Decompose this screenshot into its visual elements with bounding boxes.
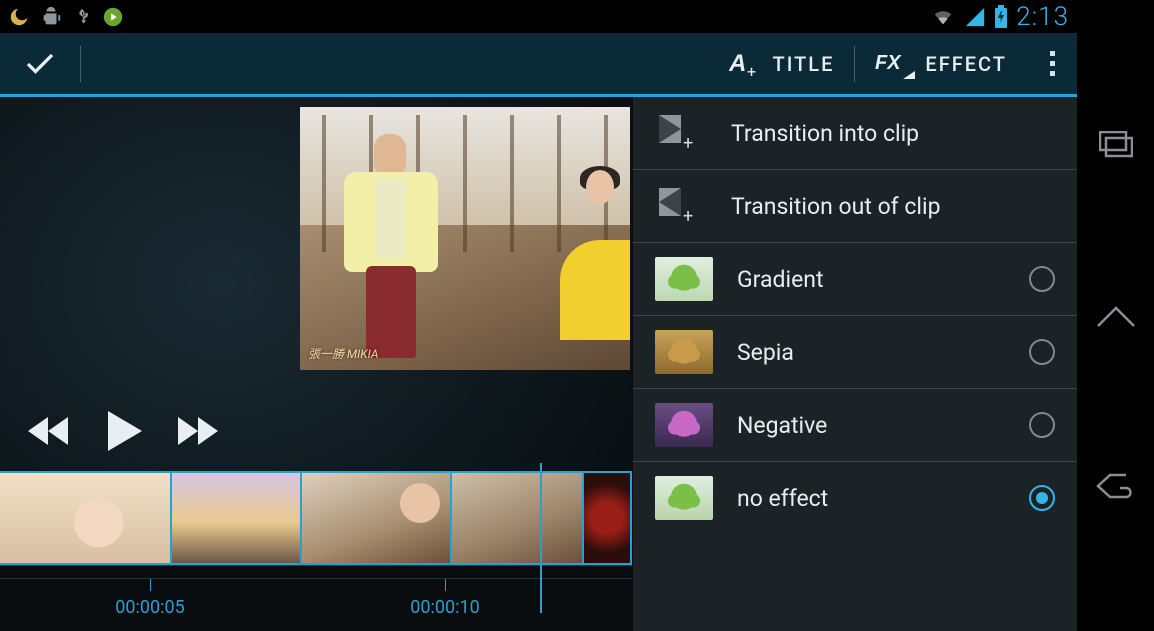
more-icon <box>1050 51 1055 76</box>
video-preview[interactable]: 張一勝 MIKIA <box>300 107 630 370</box>
svg-text:+: + <box>683 206 693 226</box>
effect-radio[interactable] <box>1029 485 1055 511</box>
svg-text:FX: FX <box>875 52 902 74</box>
preview-area: 張一勝 MIKIA <box>0 97 632 471</box>
effect-label: Gradient <box>737 266 1005 293</box>
ruler-label: 00:00:10 <box>410 597 479 618</box>
svg-text:+: + <box>683 133 693 153</box>
effect-radio[interactable] <box>1029 412 1055 438</box>
clip-strip[interactable] <box>0 471 632 565</box>
time-ruler: 00:00:05 00:00:10 <box>0 579 632 629</box>
usb-icon <box>72 5 92 29</box>
clip-thumb[interactable] <box>584 473 632 563</box>
clip-thumb[interactable] <box>452 473 584 563</box>
title-label: TITLE <box>773 52 835 76</box>
android-debug-icon <box>40 5 62 29</box>
back-button[interactable] <box>1094 464 1138 508</box>
svg-text:A: A <box>729 50 746 77</box>
status-bar: 2:13 <box>0 0 1077 33</box>
battery-charging-icon <box>994 5 1008 29</box>
svg-text:+: + <box>747 62 756 79</box>
effect-row-gradient[interactable]: Gradient <box>633 243 1077 316</box>
transition-in-icon: + <box>655 111 707 155</box>
clip-thumb[interactable] <box>0 473 172 563</box>
effect-action[interactable]: FX EFFECT <box>855 33 1027 94</box>
effect-label: EFFECT <box>925 52 1007 76</box>
transition-out-icon: + <box>655 184 707 228</box>
timeline[interactable]: 00:00:05 00:00:10 <box>0 471 632 631</box>
effect-row-none[interactable]: no effect <box>633 462 1077 534</box>
effects-panel: + Transition into clip + Transition out … <box>632 97 1077 631</box>
watermark-text: 張一勝 MIKIA <box>308 345 378 362</box>
effect-row-sepia[interactable]: Sepia <box>633 316 1077 389</box>
clip-thumb[interactable] <box>302 473 452 563</box>
home-button[interactable] <box>1094 293 1138 337</box>
title-icon: A+ <box>729 49 763 79</box>
effect-radio[interactable] <box>1029 266 1055 292</box>
system-nav-bar <box>1077 0 1154 631</box>
wifi-icon <box>930 6 956 28</box>
transition-in-row[interactable]: + Transition into clip <box>633 97 1077 170</box>
forward-button[interactable] <box>178 414 222 448</box>
effect-swatch-icon <box>655 257 713 301</box>
audio-track[interactable] <box>0 565 632 579</box>
rewind-button[interactable] <box>28 414 72 448</box>
transition-out-label: Transition out of clip <box>731 193 1055 220</box>
signal-icon <box>964 6 986 28</box>
effect-radio[interactable] <box>1029 339 1055 365</box>
recents-button[interactable] <box>1094 123 1138 167</box>
effect-label: Negative <box>737 412 1005 439</box>
done-button[interactable] <box>0 33 80 94</box>
overflow-menu-button[interactable] <box>1027 33 1077 94</box>
clip-thumb[interactable] <box>172 473 302 563</box>
music-app-icon <box>102 6 124 28</box>
effect-row-negative[interactable]: Negative <box>633 389 1077 462</box>
play-button[interactable] <box>108 411 142 451</box>
transition-out-row[interactable]: + Transition out of clip <box>633 170 1077 243</box>
effect-swatch-icon <box>655 476 713 520</box>
divider <box>80 46 81 82</box>
playback-controls <box>28 411 222 451</box>
moon-icon <box>8 6 30 28</box>
action-bar: A+ TITLE FX EFFECT <box>0 33 1077 97</box>
title-action[interactable]: A+ TITLE <box>709 33 855 94</box>
status-time: 2:13 <box>1016 2 1069 32</box>
effect-swatch-icon <box>655 330 713 374</box>
effect-label: Sepia <box>737 339 1005 366</box>
ruler-label: 00:00:05 <box>115 597 184 618</box>
fx-icon: FX <box>875 49 915 79</box>
effect-swatch-icon <box>655 403 713 447</box>
effect-label: no effect <box>737 485 1005 512</box>
transition-in-label: Transition into clip <box>731 120 1055 147</box>
